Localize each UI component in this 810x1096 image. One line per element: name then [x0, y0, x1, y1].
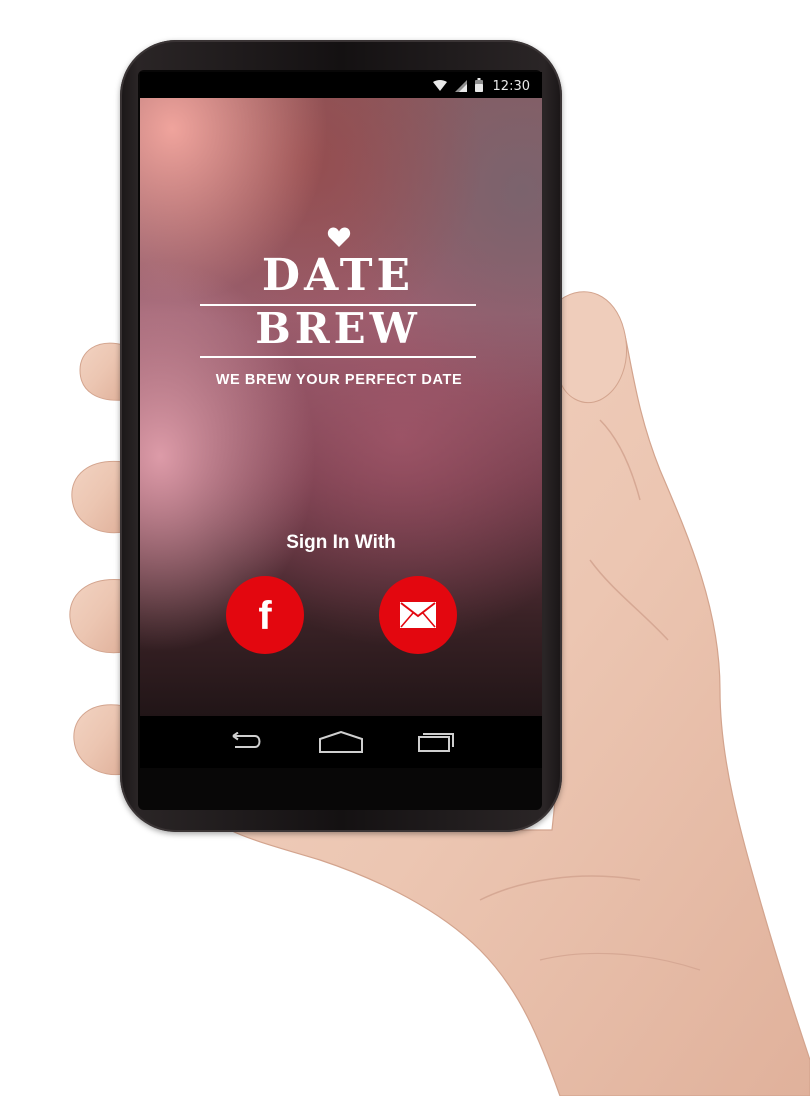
logo-word-brew: BREW [255, 304, 421, 353]
status-time: 12:30 [492, 79, 530, 94]
recents-icon [418, 733, 454, 752]
status-bar: 12:30 [140, 72, 542, 98]
battery-icon [474, 77, 483, 96]
status-icons: 12:30 [432, 77, 530, 96]
wifi-icon [432, 77, 447, 96]
facebook-login-button[interactable]: f [226, 576, 304, 654]
signal-icon [454, 77, 467, 96]
heart-icon [327, 227, 351, 247]
home-icon [319, 731, 363, 753]
back-icon [232, 732, 261, 748]
logo-word-date: DATE [261, 250, 415, 301]
email-login-button[interactable] [379, 576, 457, 654]
app-screen: DATE BREW WE BREW YOUR PERFECT DATE Sign… [140, 98, 542, 716]
photo-stage: 12:30 DATE BREW WE BREW YOUR PERFECT DAT… [0, 0, 810, 1096]
recents-button[interactable] [412, 728, 462, 756]
back-button[interactable] [220, 728, 270, 756]
sign-in-label: Sign In With [286, 532, 396, 553]
logo-underline [200, 356, 476, 358]
facebook-icon: f [258, 594, 272, 638]
tagline: WE BREW YOUR PERFECT DATE [215, 372, 463, 388]
envelope-icon [400, 602, 436, 628]
navigation-bar [140, 716, 542, 768]
home-button[interactable] [316, 728, 366, 756]
